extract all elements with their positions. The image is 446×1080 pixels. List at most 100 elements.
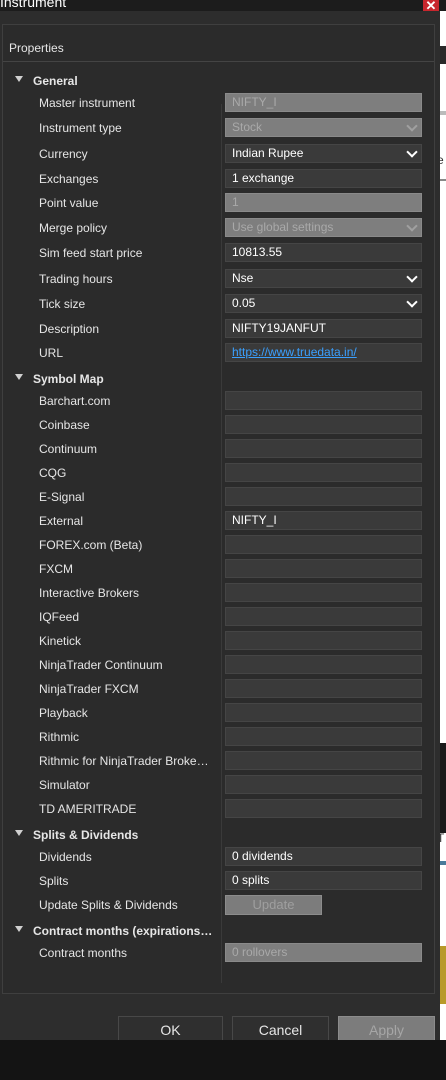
update-button[interactable]: Update xyxy=(225,895,322,915)
property-row-trading-hours: Trading hours Nse xyxy=(3,267,436,291)
ninjatrader-fxcm-field[interactable] xyxy=(225,679,422,698)
chevron-down-icon[interactable] xyxy=(406,271,418,283)
ninjatrader-continuum-field[interactable] xyxy=(225,655,422,674)
merge-policy-select: Use global settings xyxy=(225,218,422,237)
forex-com-beta-field[interactable] xyxy=(225,535,422,554)
category-splits-dividends[interactable]: Splits & Dividends xyxy=(3,823,436,845)
property-label: Point value xyxy=(39,196,99,210)
trading-hours-select[interactable]: Nse xyxy=(225,269,422,288)
taskbar-area xyxy=(0,1040,446,1080)
expand-arrow-icon[interactable] xyxy=(15,830,23,836)
field-value: Stock xyxy=(232,120,263,134)
property-row-master-instrument: Master instrument NIFTY_I xyxy=(3,91,436,115)
property-label: URL xyxy=(39,346,64,360)
sim-feed-start-price-field[interactable]: 10813.55 xyxy=(225,243,422,262)
property-label: Playback xyxy=(39,706,88,720)
property-row-forex-com-beta: FOREX.com (Beta) xyxy=(3,533,436,557)
instrument-dialog: Properties General Master instrument NIFT… xyxy=(0,11,440,1045)
currency-select[interactable]: Indian Rupee xyxy=(225,144,422,163)
property-row-iqfeed: IQFeed xyxy=(3,605,436,629)
close-icon[interactable]: ✕ xyxy=(423,0,439,11)
expand-arrow-icon[interactable] xyxy=(15,76,23,82)
field-value: NIFTY19JANFUT xyxy=(232,321,327,335)
property-row-ninjatrader-continuum: NinjaTrader Continuum xyxy=(3,653,436,677)
url-link[interactable]: https://www.truedata.in/ xyxy=(232,345,357,359)
fxcm-field[interactable] xyxy=(225,559,422,578)
property-row-point-value: Point value 1 xyxy=(3,191,436,215)
expand-arrow-icon[interactable] xyxy=(15,926,23,932)
expand-arrow-icon[interactable] xyxy=(15,374,23,380)
property-row-url: URL https://www.truedata.in/ xyxy=(3,341,436,365)
property-row-fxcm: FXCM xyxy=(3,557,436,581)
properties-title: Properties xyxy=(9,41,64,55)
field-value: Nse xyxy=(232,271,254,285)
property-label: Simulator xyxy=(39,778,90,792)
property-label: Merge policy xyxy=(39,221,108,235)
e-signal-field[interactable] xyxy=(225,487,422,506)
dividends-field[interactable]: 0 dividends xyxy=(225,847,422,866)
field-value: 1 xyxy=(232,195,239,209)
url-field[interactable]: https://www.truedata.in/ xyxy=(225,343,422,362)
rithmic-for-ninjatrader-broke-field[interactable] xyxy=(225,751,422,770)
barchart-com-field[interactable] xyxy=(225,391,422,410)
continuum-field[interactable] xyxy=(225,439,422,458)
external-field[interactable]: NIFTY_I xyxy=(225,511,422,530)
playback-field[interactable] xyxy=(225,703,422,722)
property-row-td-ameritrade: TD AMERITRADE xyxy=(3,797,436,821)
category-general[interactable]: General xyxy=(3,69,436,91)
property-label: Master instrument xyxy=(39,96,136,110)
field-value: 0 dividends xyxy=(232,849,293,863)
property-row-sim-feed-start-price: Sim feed start price 10813.55 xyxy=(3,241,436,265)
property-row-description: Description NIFTY19JANFUT xyxy=(3,317,436,341)
property-row-tick-size: Tick size 0.05 xyxy=(3,292,436,316)
property-row-instrument-type: Instrument type Stock xyxy=(3,116,436,140)
property-row-currency: Currency Indian Rupee xyxy=(3,142,436,166)
category-symbol-map[interactable]: Symbol Map xyxy=(3,367,436,389)
chevron-down-icon[interactable] xyxy=(406,296,418,308)
field-value: NIFTY_I xyxy=(232,513,277,527)
chevron-down-icon[interactable] xyxy=(406,146,418,158)
cqg-field[interactable] xyxy=(225,463,422,482)
property-label: FOREX.com (Beta) xyxy=(39,538,143,552)
iqfeed-field[interactable] xyxy=(225,607,422,626)
title-bar: Instrument ✕ xyxy=(0,0,446,11)
property-grid: Properties General Master instrument NIFT… xyxy=(2,24,435,994)
property-row-contract-months: Contract months 0 rollovers xyxy=(3,941,436,965)
property-label: Currency xyxy=(39,147,88,161)
window-title: Instrument xyxy=(0,0,67,10)
property-label: Description xyxy=(39,322,100,336)
property-row-continuum: Continuum xyxy=(3,437,436,461)
kinetick-field[interactable] xyxy=(225,631,422,650)
rithmic-field[interactable] xyxy=(225,727,422,746)
coinbase-field[interactable] xyxy=(225,415,422,434)
property-row-exchanges: Exchanges 1 exchange xyxy=(3,167,436,191)
property-row-coinbase: Coinbase xyxy=(3,413,436,437)
property-row-barchart-com: Barchart.com xyxy=(3,389,436,413)
property-row-cqg: CQG xyxy=(3,461,436,485)
td-ameritrade-field[interactable] xyxy=(225,799,422,818)
property-label: NinjaTrader Continuum xyxy=(39,658,163,672)
simulator-field[interactable] xyxy=(225,775,422,794)
property-label: Instrument type xyxy=(39,121,122,135)
property-row-simulator: Simulator xyxy=(3,773,436,797)
interactive-brokers-field[interactable] xyxy=(225,583,422,602)
property-label: FXCM xyxy=(39,562,73,576)
exchanges-field[interactable]: 1 exchange xyxy=(225,169,422,188)
property-row-external: External NIFTY_I xyxy=(3,509,436,533)
chevron-down-icon[interactable] xyxy=(406,220,418,232)
property-label: Continuum xyxy=(39,442,98,456)
tick-size-select[interactable]: 0.05 xyxy=(225,294,422,313)
chevron-down-icon[interactable] xyxy=(406,120,418,132)
field-value: 1 exchange xyxy=(232,171,295,185)
splits-field[interactable]: 0 splits xyxy=(225,871,422,890)
property-label: Sim feed start price xyxy=(39,246,143,260)
properties-header: Properties xyxy=(3,25,434,62)
field-value: 0 splits xyxy=(232,873,270,887)
property-label: Update Splits & Dividends xyxy=(39,898,178,912)
master-instrument-field: NIFTY_I xyxy=(225,93,422,112)
category-contract-months[interactable]: Contract months (expirations… xyxy=(3,919,436,941)
field-value: NIFTY_I xyxy=(232,95,277,109)
property-label: External xyxy=(39,514,84,528)
description-field[interactable]: NIFTY19JANFUT xyxy=(225,319,422,338)
field-value: 0.05 xyxy=(232,296,256,310)
